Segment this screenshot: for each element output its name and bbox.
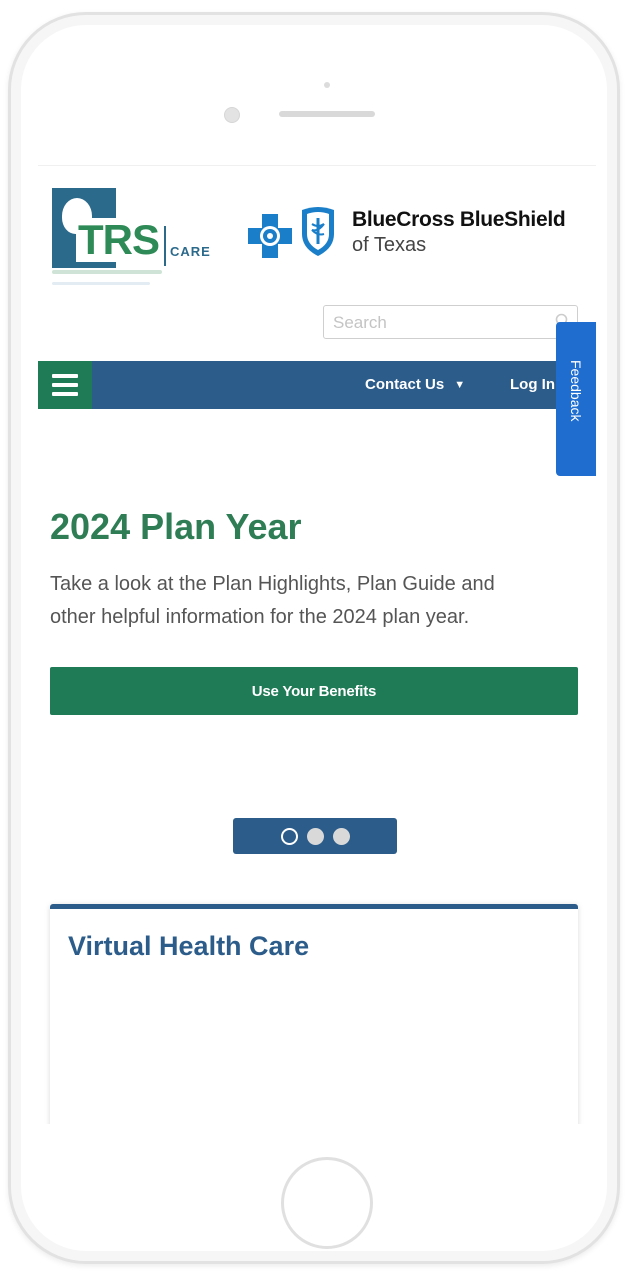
menu-icon-bar: [52, 383, 78, 387]
hero-title: 2024 Plan Year: [50, 506, 302, 547]
hamburger-menu-button[interactable]: [38, 361, 92, 409]
logo-tagline-line: [52, 270, 162, 274]
proximity-sensor: [324, 82, 330, 88]
use-your-benefits-button[interactable]: Use Your Benefits: [50, 667, 578, 715]
contact-us-label: Contact Us: [365, 376, 445, 393]
front-camera: [224, 107, 240, 123]
carousel-dot-1[interactable]: [280, 827, 298, 845]
bcbs-texas-logo[interactable]: BlueCross BlueShield of Texas: [246, 206, 596, 266]
carousel-dot-2[interactable]: [306, 827, 324, 845]
carousel-indicators: [233, 818, 397, 854]
home-button[interactable]: [281, 1157, 373, 1249]
virtual-health-care-card[interactable]: Virtual Health Care: [50, 904, 578, 1124]
hero-description: Take a look at the Plan Highlights, Plan…: [50, 573, 495, 628]
mobile-screen: TRS CARE BlueCross BlueShield of Texas S…: [38, 165, 596, 1124]
menu-icon-bar: [52, 392, 78, 396]
search-box: [323, 305, 578, 340]
earpiece-speaker: [279, 111, 375, 117]
feedback-label: Feedback: [568, 360, 584, 422]
logo-divider: [164, 226, 166, 266]
feedback-tab[interactable]: Feedback: [556, 322, 596, 476]
main-navbar: Contact Us ▼ Log In: [38, 361, 596, 409]
blue-cross-icon: [248, 214, 292, 258]
menu-icon-bar: [52, 374, 78, 378]
trs-logo-subtext: CARE: [170, 244, 211, 259]
trs-logo-text: TRS: [76, 216, 161, 263]
bcbs-name: BlueCross BlueShield: [352, 208, 566, 231]
contact-us-link[interactable]: Contact Us ▼: [365, 361, 465, 409]
search-input[interactable]: [324, 306, 555, 340]
log-in-link[interactable]: Log In: [510, 361, 555, 409]
bcbs-state: of Texas: [352, 234, 427, 256]
logo-tagline-line: [52, 282, 150, 285]
blue-shield-icon: [302, 207, 334, 256]
caret-down-icon: ▼: [454, 379, 466, 391]
trs-care-logo[interactable]: TRS CARE: [52, 188, 212, 288]
card-title: Virtual Health Care: [68, 931, 310, 961]
carousel-dot-3[interactable]: [332, 827, 350, 845]
